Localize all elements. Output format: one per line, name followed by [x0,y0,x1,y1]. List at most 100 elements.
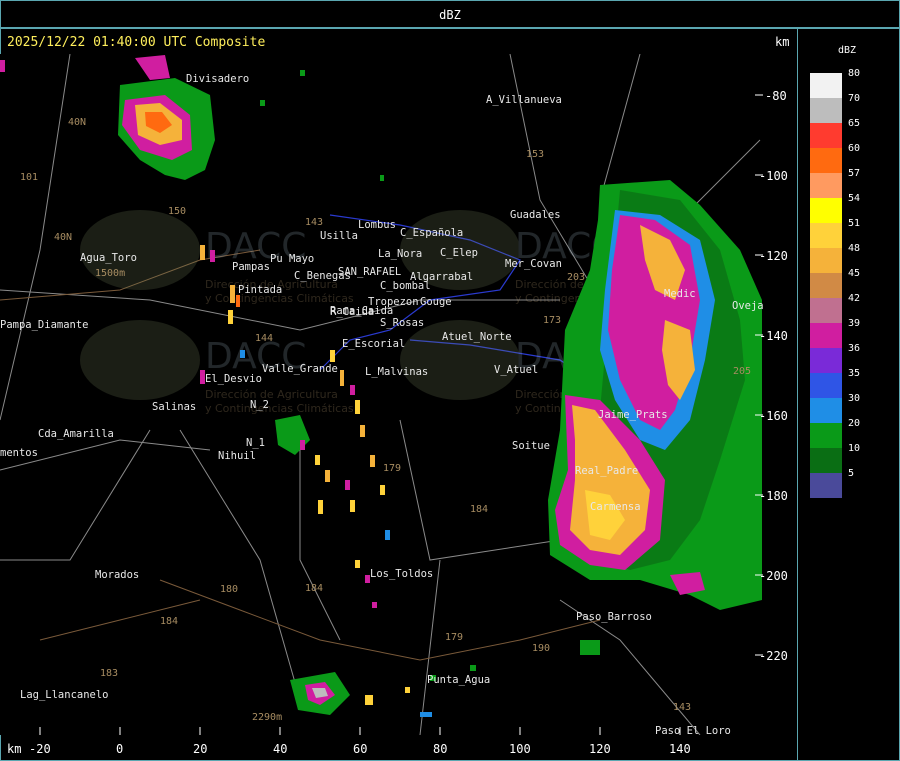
place-mentos: mentos [0,447,38,459]
y-tick-label: -180 [759,489,788,503]
route-label: 40N [68,117,86,128]
place-s-rosas: S_Rosas [380,317,424,329]
place-valle-grande: Valle_Grande [262,363,338,375]
place-jaime-prats: Jaime_Prats [598,409,668,421]
x-tick-label: 40 [273,742,288,756]
place-carmensa: Carmensa [590,501,641,513]
place-a-villanueva: A_Villanueva [486,94,562,106]
place-cda-amarilla: Cda_Amarilla [38,428,114,440]
legend-label-70: 70 [848,93,861,104]
legend-swatch-80 [810,73,842,98]
legend-swatch-45 [810,273,842,298]
route-label: 143 [305,217,323,228]
place-soitue: Soitue [512,440,550,452]
y-tick-label: -140 [759,329,788,343]
legend-label-30: 30 [848,393,861,404]
route-label: 144 [255,333,273,344]
place-punta-agua: Punta_Agua [427,674,490,686]
legend-label-60: 60 [848,143,861,154]
x-tick-label: 100 [509,742,531,756]
place-mer-covan: Mer_Covan [505,258,562,270]
watermark-line2: y Contingencias Climáticas [205,402,354,415]
place-guadales: Guadales [510,209,561,221]
legend-label-65: 65 [848,118,861,129]
place-c-bombal: C_bombal [380,280,431,292]
place-n2: N_2 [250,399,269,411]
legend-label-48: 48 [848,243,861,254]
legend-swatch-51 [810,223,842,248]
legend-swatch-54 [810,198,842,223]
legend-swatch-57 [810,173,842,198]
place-e-escorial: E_Escorial [342,338,405,350]
place-paso-el-loro: Paso_El_Loro [655,725,731,735]
place-r-caida: R_Caida [330,306,374,318]
place-morados: Morados [95,569,139,581]
y-tick-label: -100 [759,169,788,183]
legend-swatch-20 [810,423,842,448]
route-label: 173 [543,315,561,326]
km-label-bottom: km [7,742,22,756]
legend-title: dBZ [838,45,857,56]
watermark-line1: Dirección de Agricultura [205,388,338,401]
place-c-elep: C_Elep [440,247,478,259]
route-label: 150 [168,206,186,217]
place-n1: N_1 [246,437,265,449]
route-label: 179 [383,463,401,474]
route-label: 153 [526,149,544,160]
place-v-atuel: V_Atuel [494,364,538,376]
place-gouge: Gouge [420,296,452,308]
radar-map[interactable]: DACC DACC DACC DACC Dirección de Agricul… [0,54,763,735]
route-label: 180 [220,584,238,595]
legend-swatch-39 [810,323,842,348]
x-tick-label: 80 [433,742,448,756]
legend-label-45: 45 [848,268,861,279]
place-el-desvio: El_Desvio [205,373,262,385]
legend-label-39: 39 [848,318,861,329]
legend-label-20: 20 [848,418,861,429]
place-pintada: Pintada [238,284,282,296]
place-tropezon: Tropezon [368,296,419,308]
y-tick-label: -80 [765,89,787,103]
x-tick-label: 60 [353,742,368,756]
title-bar: dBZ [0,0,900,28]
place-pampa-diamante: Pampa_Diamante [0,319,89,331]
x-tick-label: 140 [669,742,691,756]
x-tick-label: 20 [193,742,208,756]
x-tick-label: 120 [589,742,611,756]
route-label: 183 [100,668,118,679]
place-l-malvinas: L_Malvinas [365,366,428,378]
legend-label-42: 42 [848,293,861,304]
x-tick-label: 0 [116,742,124,756]
y-tick-label: -120 [759,249,788,263]
echo-nw-top [135,55,170,80]
legend-swatch-36 [810,348,842,373]
place-pu-mayo: Pu Mayo [270,253,314,265]
place-la-nora: La_Nora [378,248,422,260]
route-label: 184 [470,504,488,515]
place-nihuil: Nihuil [218,450,256,462]
route-label: 184 [305,583,323,594]
place-medic: Medic [664,288,696,300]
route-label: 143 [673,702,691,713]
legend-label-80: 80 [848,68,861,79]
route-label: 1500m [95,268,125,279]
place-real-padre: Real_Padre [575,465,638,477]
legend-label-51: 51 [848,218,861,229]
legend-swatch-70 [810,98,842,123]
route-label: 179 [445,632,463,643]
place-paso-barroso: Paso_Barroso [576,611,652,623]
legend-swatch-5 [810,473,842,498]
legend-swatch-30 [810,398,842,423]
legend-label-10: 10 [848,443,861,454]
route-label: 190 [532,643,550,654]
timestamp-label: 2025/12/22 01:40:00 UTC Composite [7,35,266,50]
legend-swatch-10 [810,448,842,473]
route-label: 205 [733,366,751,377]
legend-swatch-48 [810,248,842,273]
legend-swatch-42 [810,298,842,323]
place-atuel-norte: Atuel_Norte [442,331,512,343]
legend-swatch-65 [810,123,842,148]
legend-label-57: 57 [848,168,861,179]
route-label: 2290m [252,712,282,723]
x-tick-label: -20 [29,742,51,756]
